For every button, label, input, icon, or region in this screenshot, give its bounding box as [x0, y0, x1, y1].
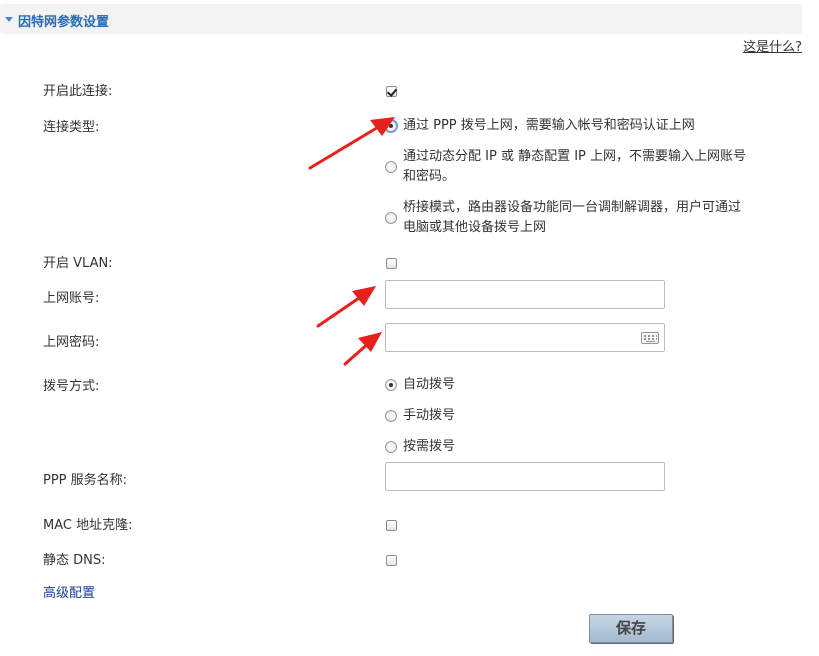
dial-mode-radio-manual[interactable]	[385, 410, 397, 422]
connection-type-option-ppp[interactable]: 通过 PPP 拨号上网，需要输入帐号和密码认证上网	[403, 116, 695, 136]
connection-type-option-dhcp-static[interactable]: 通过动态分配 IP 或 静态配置 IP 上网，不需要输入上网账号 和密码。	[403, 147, 746, 187]
mac-clone-checkbox[interactable]	[386, 520, 397, 531]
connection-type-radio-ppp[interactable]	[385, 120, 397, 132]
dial-mode-option-on-demand[interactable]: 按需拨号	[403, 437, 455, 457]
enable-vlan-label: 开启 VLAN:	[43, 256, 113, 271]
dial-mode-label: 拨号方式:	[43, 379, 100, 394]
connection-type-label: 连接类型:	[43, 120, 100, 135]
account-input[interactable]	[385, 280, 665, 309]
static-dns-checkbox[interactable]	[386, 555, 397, 566]
dial-mode-radio-auto[interactable]	[385, 379, 397, 391]
option-line: 通过动态分配 IP 或 静态配置 IP 上网，不需要输入上网账号	[403, 149, 747, 164]
dial-mode-option-auto[interactable]: 自动拨号	[403, 375, 455, 395]
dial-mode-radio-on-demand[interactable]	[385, 441, 397, 453]
section-title: 因特网参数设置	[18, 15, 110, 30]
connection-type-radio-bridge[interactable]	[385, 212, 397, 224]
section-header[interactable]: 因特网参数设置	[0, 4, 802, 34]
arrow-icon	[316, 286, 376, 328]
account-label: 上网账号:	[43, 291, 100, 306]
option-line: 和密码。	[403, 169, 456, 184]
static-dns-label: 静态 DNS:	[43, 553, 106, 568]
ppp-service-label: PPP 服务名称:	[43, 473, 128, 488]
advanced-config-link[interactable]: 高级配置	[43, 582, 95, 601]
connection-type-option-bridge[interactable]: 桥接模式，路由器设备功能同一台调制解调器，用户可通过 电脑或其他设备拨号上网	[403, 198, 741, 238]
dial-mode-option-manual[interactable]: 手动拨号	[403, 406, 455, 426]
ppp-service-input[interactable]	[385, 462, 665, 491]
keyboard-icon[interactable]	[641, 332, 659, 344]
enable-connection-label: 开启此连接:	[43, 84, 113, 99]
save-button[interactable]: 保存	[589, 614, 673, 643]
option-line: 桥接模式，路由器设备功能同一台调制解调器，用户可通过	[403, 200, 742, 215]
mac-clone-label: MAC 地址克隆:	[43, 518, 133, 533]
enable-connection-checkbox[interactable]	[386, 86, 397, 97]
password-label: 上网密码:	[43, 335, 100, 350]
option-line: 电脑或其他设备拨号上网	[403, 220, 547, 235]
help-link[interactable]: 这是什么?	[743, 36, 802, 55]
password-input[interactable]	[385, 323, 665, 352]
arrow-icon	[308, 117, 395, 170]
connection-type-radio-dhcp-static[interactable]	[385, 161, 397, 173]
arrow-icon	[343, 332, 382, 366]
collapse-triangle-icon[interactable]	[5, 17, 13, 22]
enable-vlan-checkbox[interactable]	[386, 258, 397, 269]
